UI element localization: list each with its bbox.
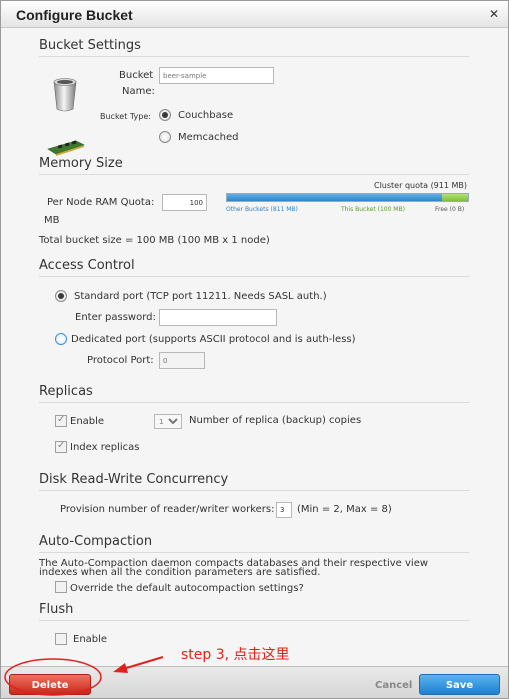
- replicas-heading: Replicas: [39, 384, 93, 399]
- protocol-port-label: Protocol Port:: [87, 355, 154, 366]
- standard-port-label: Standard port (TCP port 11211. Needs SAS…: [74, 291, 327, 302]
- couchbase-radio[interactable]: [159, 109, 171, 121]
- bar-other-buckets: [227, 194, 442, 201]
- bucket-type-label: Bucket Type:: [100, 112, 151, 121]
- access-control-heading: Access Control: [39, 258, 135, 273]
- divider: [39, 402, 469, 403]
- close-icon[interactable]: ✕: [489, 7, 499, 21]
- dedicated-port-label: Dedicated port (supports ASCII protocol …: [71, 334, 356, 345]
- workers-input[interactable]: [276, 502, 292, 518]
- legend-other-buckets: Other Buckets (811 MB): [226, 206, 298, 213]
- standard-port-radio[interactable]: [55, 290, 67, 302]
- compaction-description-2: indexes when all the condition parameter…: [39, 567, 321, 578]
- dialog-title: Configure Bucket: [16, 7, 133, 23]
- divider: [39, 620, 469, 621]
- workers-range: (Min = 2, Max = 8): [297, 504, 392, 515]
- ram-quota-input[interactable]: [162, 194, 207, 211]
- memcached-label: Memcached: [178, 132, 239, 143]
- legend-free: Free (0 B): [435, 206, 465, 213]
- cancel-button[interactable]: Cancel: [375, 680, 412, 691]
- protocol-port-input[interactable]: [159, 352, 205, 369]
- replicas-enable-label: Enable: [70, 416, 105, 427]
- index-replicas-label: Index replicas: [70, 442, 140, 453]
- bucket-settings-heading: Bucket Settings: [39, 38, 141, 53]
- override-compaction-label: Override the default autocompaction sett…: [70, 583, 304, 594]
- bar-this-bucket: [442, 194, 468, 201]
- concurrency-heading: Disk Read-Write Concurrency: [39, 472, 229, 487]
- memory-usage-bar: [226, 193, 469, 202]
- flush-heading: Flush: [39, 602, 74, 617]
- bucket-icon: [53, 78, 77, 112]
- override-compaction-checkbox[interactable]: [55, 581, 67, 593]
- cluster-quota-text: Cluster quota (911 MB): [374, 181, 468, 190]
- annotation-overlay: [4, 656, 164, 696]
- bucket-name-input[interactable]: [159, 67, 274, 84]
- bucket-name-label-1: Bucket: [119, 70, 154, 81]
- password-label: Enter password:: [75, 312, 156, 323]
- memory-chip-icon: [47, 140, 85, 156]
- divider: [39, 174, 469, 175]
- divider: [39, 490, 469, 491]
- memcached-radio[interactable]: [159, 131, 171, 143]
- couchbase-label: Couchbase: [178, 110, 234, 121]
- divider: [39, 276, 469, 277]
- index-replicas-checkbox[interactable]: [55, 440, 67, 453]
- password-input[interactable]: [159, 309, 277, 326]
- memory-size-heading: Memory Size: [39, 156, 123, 171]
- divider: [39, 552, 469, 553]
- ram-quota-label: Per Node RAM Quota:: [47, 197, 155, 208]
- replicas-enable-checkbox[interactable]: [55, 414, 67, 427]
- save-button[interactable]: Save: [419, 674, 500, 695]
- workers-label: Provision number of reader/writer worker…: [60, 504, 275, 515]
- replica-count-select[interactable]: 1: [154, 414, 182, 429]
- ram-quota-unit: MB: [44, 215, 60, 226]
- annotation-text: step 3, 点击这里: [181, 647, 290, 663]
- configure-bucket-dialog: Configure Bucket ✕ Bucket Settings Bucke…: [0, 0, 509, 699]
- bucket-name-label-2: Name:: [122, 86, 155, 97]
- legend-this-bucket: This Bucket (100 MB): [341, 206, 405, 213]
- divider: [39, 56, 469, 57]
- total-bucket-size: Total bucket size = 100 MB (100 MB x 1 n…: [39, 235, 270, 246]
- dialog-titlebar: Configure Bucket ✕: [1, 1, 508, 28]
- auto-compaction-heading: Auto-Compaction: [39, 534, 153, 549]
- dedicated-port-radio[interactable]: [55, 333, 67, 345]
- replica-count-label: Number of replica (backup) copies: [189, 415, 362, 426]
